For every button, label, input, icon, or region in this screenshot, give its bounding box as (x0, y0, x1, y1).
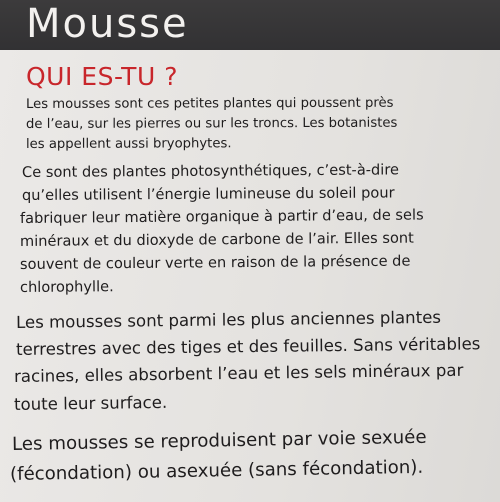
section-heading: QUI ES-TU ? (26, 62, 178, 91)
paragraph-line: chlorophylle. (19, 278, 114, 296)
paragraph-line: Les mousses sont ces petites plantes qui… (25, 95, 394, 112)
paragraph-line: les appellent aussi bryophytes. (25, 136, 232, 152)
paragraph-line: souvent de couleur verte en raison de la… (19, 252, 411, 273)
paragraph-line: minéraux et du dioxyde de carbone de l’a… (19, 229, 414, 250)
paragraph-line: fabriquer leur matière organique à parti… (19, 206, 424, 227)
paragraph-line: Ce sont des plantes photosynthétiques, c… (21, 161, 400, 181)
paragraph-line: qu’elles utilisent l’énergie lumineuse d… (21, 184, 395, 204)
paragraph-line: de l’eau, sur les pierres ou sur les tro… (25, 115, 398, 132)
sign-title: Mousse (26, 1, 189, 47)
paragraph-line: toute leur surface. (13, 392, 168, 414)
